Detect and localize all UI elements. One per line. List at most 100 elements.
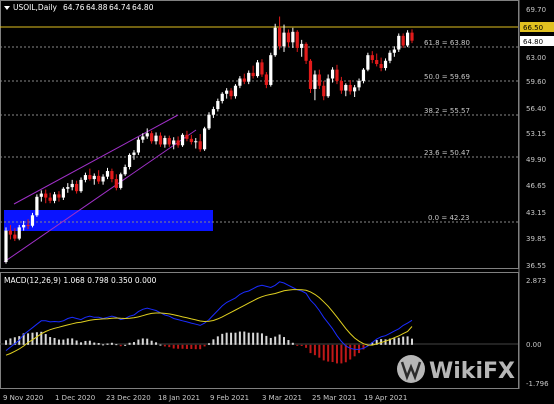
candle (132, 150, 136, 160)
dropdown-triangle-icon[interactable] (4, 6, 10, 10)
wikifx-watermark: WikiFX (397, 355, 515, 384)
candle (211, 106, 216, 118)
macd-histogram-bar (283, 337, 286, 345)
candle-body (61, 188, 65, 198)
ohlc-close: 64.80 (132, 3, 154, 12)
candle (405, 30, 410, 48)
candle-body (92, 175, 96, 180)
candle-body (388, 52, 392, 61)
candle-body (335, 69, 339, 81)
candle-body (370, 55, 374, 60)
macd-histogram-bar (203, 344, 206, 347)
candle (123, 164, 127, 176)
candle (313, 70, 317, 101)
candle-body (361, 69, 366, 81)
date-tick: 23 Dec 2020 (106, 394, 151, 402)
macd-histogram-bar (66, 338, 69, 345)
candle (101, 174, 105, 185)
candle (44, 189, 48, 204)
candle-body (26, 224, 30, 226)
candle (344, 83, 348, 97)
candle (238, 76, 242, 89)
date-tick: 3 Mar 2021 (262, 394, 302, 402)
macd-histogram-bar (344, 344, 347, 363)
candle (127, 153, 132, 170)
price-tick: 46.65 (526, 182, 546, 190)
candle (172, 137, 176, 150)
macd-histogram-bar (190, 344, 193, 349)
candle (207, 112, 211, 130)
candle (322, 80, 326, 101)
candle (229, 88, 233, 100)
candle (110, 168, 114, 183)
candle-body (229, 90, 233, 97)
candle-body (255, 62, 260, 77)
candle-body (353, 87, 357, 92)
candle-body (136, 139, 140, 153)
candle (269, 52, 273, 87)
candle (242, 73, 246, 85)
candle-body (194, 141, 198, 143)
candle (286, 29, 291, 48)
candle-body (30, 215, 35, 226)
candle (97, 170, 101, 184)
macd-histogram-bar (243, 331, 246, 345)
macd-histogram-bar (194, 344, 197, 350)
macd-histogram-bar (80, 342, 83, 345)
macd-histogram-bar (172, 344, 175, 349)
candle (383, 58, 388, 71)
price-tick: 36.55 (526, 262, 546, 270)
macd-histogram-bar (119, 344, 122, 347)
candle-body (52, 194, 57, 201)
candle (35, 194, 39, 217)
fib-label-000: 0.0 = 42.23 (428, 214, 470, 222)
chart-canvas: 61.8 = 63.80 50.0 = 59.69 38.2 = 55.57 2… (0, 0, 554, 402)
candle (48, 192, 52, 204)
macd-histogram-bar (287, 340, 290, 345)
candle (88, 168, 92, 181)
candle-body (260, 62, 264, 75)
macd-histogram-bar (185, 344, 188, 349)
candle (264, 72, 268, 89)
candle-body (410, 32, 414, 41)
macd-histogram-bar (221, 333, 224, 345)
candle-body (330, 69, 335, 79)
candle (114, 174, 118, 191)
macd-histogram-bar (49, 337, 52, 345)
macd-histogram-bar (57, 339, 60, 345)
candle (410, 29, 414, 44)
price-line-marker-label: 66.50 (523, 24, 543, 32)
macd-histogram-bar (322, 344, 325, 361)
macd-histogram-bar (313, 344, 316, 356)
macd-histogram-bar (384, 339, 387, 345)
macd-histogram-bar (247, 332, 250, 345)
candle (189, 134, 193, 145)
candle (66, 183, 70, 193)
date-tick: 18 Jan 2021 (158, 394, 200, 402)
macd-histogram-bar (305, 344, 308, 348)
candle-body (17, 227, 21, 239)
candle-body (308, 60, 313, 89)
candle-body (405, 32, 410, 46)
ohlc-low: 64.74 (109, 3, 131, 12)
candle-body (392, 49, 396, 53)
candle-body (176, 140, 180, 146)
candle (401, 33, 405, 48)
candle (158, 132, 163, 147)
macd-histogram-bar (199, 344, 202, 350)
candle (326, 74, 330, 98)
candle-body (383, 60, 388, 69)
candle (300, 39, 304, 57)
candle (348, 80, 352, 95)
candle-body (105, 171, 110, 177)
candle-body (326, 78, 330, 97)
candle-body (172, 140, 176, 145)
candle-body (110, 171, 114, 180)
macd-histogram-bar (252, 332, 255, 345)
candle (216, 98, 220, 112)
macd-histogram-bar (168, 344, 171, 348)
date-tick: 1 Dec 2020 (55, 394, 95, 402)
candle (339, 76, 343, 94)
macd-histogram-bar (411, 338, 413, 345)
candle (61, 187, 65, 201)
